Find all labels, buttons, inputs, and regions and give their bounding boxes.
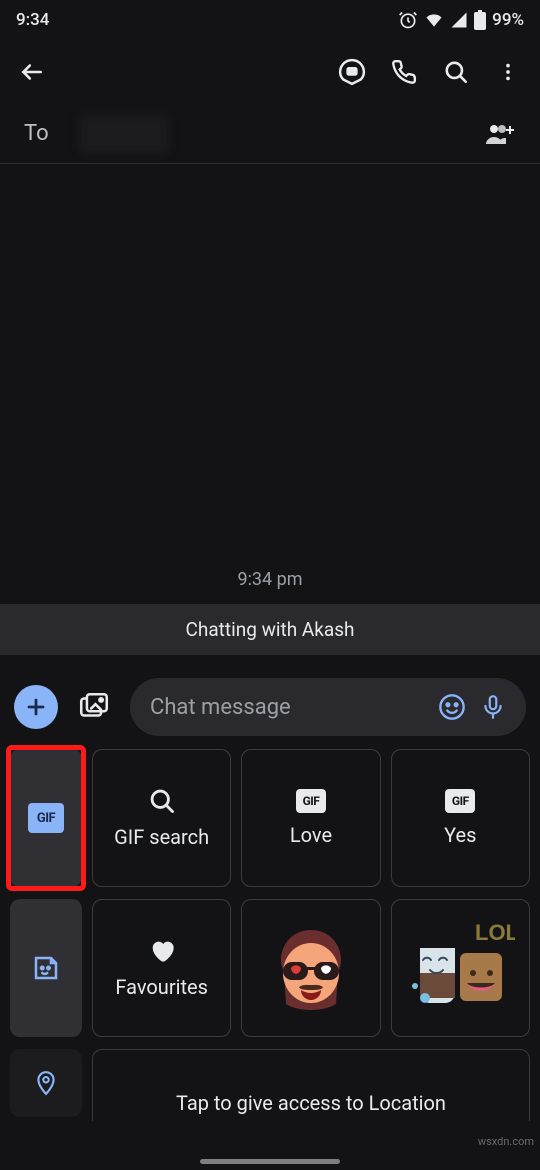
card-label: Favourites	[115, 975, 208, 999]
location-tab[interactable]	[10, 1049, 82, 1117]
battery-percent: 99%	[492, 10, 524, 30]
conversation-area: 9:34 pm	[0, 164, 540, 604]
mic-icon[interactable]	[480, 694, 506, 720]
timestamp: 9:34 pm	[237, 569, 302, 590]
sticker-icon	[31, 953, 61, 983]
svg-text:LOL!: LOL!	[475, 920, 515, 945]
lol-cups-sticker: LOL!	[405, 913, 515, 1023]
compose-row: Chat message	[0, 665, 540, 749]
expression-panel: GIF GIF search GIF Love GIF Yes Fav	[0, 749, 540, 1121]
card-label: GIF search	[114, 825, 209, 849]
to-label: To	[24, 121, 49, 146]
heart-icon	[148, 937, 176, 965]
chat-banner: Chatting with Akash	[0, 604, 540, 655]
gif-yes-card[interactable]: GIF Yes	[391, 749, 530, 887]
sticker-tab[interactable]	[10, 899, 82, 1037]
status-time: 9:34	[16, 10, 49, 30]
compose-placeholder: Chat message	[150, 695, 424, 720]
gif-tab[interactable]: GIF	[10, 749, 82, 887]
banner-text: Chatting with Akash	[185, 618, 354, 641]
app-bar	[0, 40, 540, 104]
add-recipient-button[interactable]	[486, 122, 516, 146]
status-right: 99%	[398, 10, 524, 30]
wifi-icon	[424, 11, 444, 29]
recipient-chip[interactable]	[79, 115, 169, 153]
face-sunglasses-sticker	[256, 913, 366, 1023]
gif-icon: GIF	[28, 803, 64, 833]
signal-icon	[450, 11, 468, 29]
more-options-button[interactable]	[484, 48, 532, 96]
gif-icon: GIF	[445, 789, 475, 813]
recipient-row: To	[0, 104, 540, 164]
alarm-icon	[398, 10, 418, 30]
battery-icon	[474, 10, 486, 30]
sticker-face-card[interactable]	[241, 899, 380, 1037]
video-call-button[interactable]	[328, 48, 376, 96]
home-indicator	[200, 1159, 340, 1164]
gallery-button[interactable]	[72, 685, 116, 729]
sticker-lol-card[interactable]: LOL!	[391, 899, 530, 1037]
location-permission-card[interactable]: Tap to give access to Location	[92, 1049, 530, 1121]
gif-icon: GIF	[296, 789, 326, 813]
emoji-icon[interactable]	[438, 693, 466, 721]
watermark: wsxdn.com	[478, 1135, 534, 1148]
status-bar: 9:34 99%	[0, 0, 540, 40]
location-row: Tap to give access to Location	[10, 1049, 530, 1121]
gif-row: GIF GIF search GIF Love GIF Yes	[10, 749, 530, 887]
search-button[interactable]	[432, 48, 480, 96]
card-label: Love	[290, 823, 332, 847]
location-card-label: Tap to give access to Location	[176, 1091, 446, 1115]
sticker-row: Favourites LOL!	[10, 899, 530, 1037]
gif-search-card[interactable]: GIF search	[92, 749, 231, 887]
favourites-card[interactable]: Favourites	[92, 899, 231, 1037]
compose-input[interactable]: Chat message	[130, 678, 526, 736]
search-icon	[148, 787, 176, 815]
attach-button[interactable]	[14, 685, 58, 729]
phone-call-button[interactable]	[380, 48, 428, 96]
back-button[interactable]	[8, 48, 56, 96]
location-icon	[33, 1070, 59, 1096]
gif-love-card[interactable]: GIF Love	[241, 749, 380, 887]
card-label: Yes	[444, 823, 476, 847]
